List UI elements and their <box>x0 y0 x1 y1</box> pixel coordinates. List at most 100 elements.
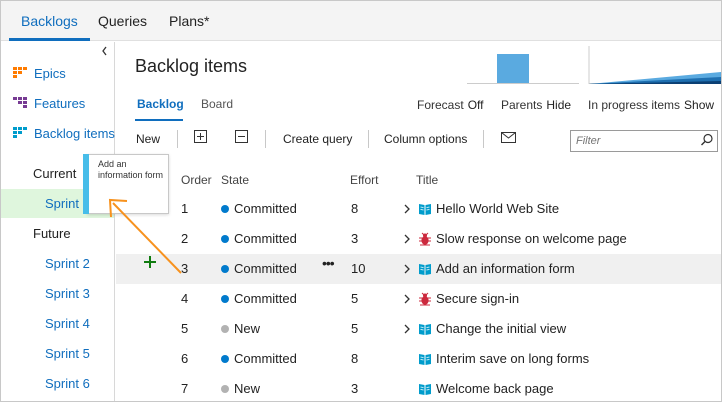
tab-plans[interactable]: Plans* <box>169 1 209 41</box>
order-cell: 7 <box>181 381 189 396</box>
table-row[interactable]: 2 Committed 3 Slow response on welcome page <box>116 224 721 254</box>
app-window: Backlogs Queries Plans* Epics Features B… <box>0 0 722 402</box>
sidebar-item-sprint-3[interactable]: Sprint 3 <box>45 286 90 301</box>
order-cell: 2 <box>181 231 189 246</box>
tab-backlogs[interactable]: Backlogs <box>21 1 78 41</box>
title-cell[interactable]: Slow response on welcome page <box>436 224 627 254</box>
effort-cell: 5 <box>351 321 359 336</box>
sidebar-item-sprint-4[interactable]: Sprint 4 <box>45 316 90 331</box>
state-dot <box>221 325 229 333</box>
title-cell[interactable]: Hello World Web Site <box>436 194 559 224</box>
more-actions-icon[interactable]: ••• <box>322 256 335 270</box>
chevron-right-icon[interactable] <box>404 294 410 304</box>
backlog-item-icon <box>419 324 431 335</box>
column-header-order[interactable]: Order <box>181 173 212 187</box>
tab-queries[interactable]: Queries <box>98 1 147 41</box>
add-child-icon[interactable] <box>143 255 157 269</box>
backlog-item-icon <box>419 264 431 275</box>
parents-label: Parents <box>501 98 543 112</box>
chevron-left-icon[interactable] <box>101 46 109 56</box>
filter-input[interactable] <box>571 131 697 151</box>
state-label: Committed <box>234 261 297 276</box>
state-dot <box>221 265 229 273</box>
state-label: Committed <box>234 231 297 246</box>
chevron-right-icon[interactable] <box>404 324 410 334</box>
state-label: New <box>234 321 261 336</box>
epics-icon <box>13 67 27 78</box>
mini-charts[interactable] <box>467 44 721 84</box>
bug-icon <box>419 232 431 246</box>
order-cell: 5 <box>181 321 189 336</box>
effort-cell: 3 <box>351 381 359 396</box>
features-icon <box>13 97 27 108</box>
title-cell[interactable]: Add an information form <box>436 254 575 284</box>
sidebar-item-label: Features <box>34 95 86 111</box>
top-nav: Backlogs Queries Plans* <box>1 1 721 41</box>
drag-card[interactable]: Add an information form <box>87 154 169 214</box>
state-dot <box>221 385 229 393</box>
in-progress-toggle[interactable]: In progress items Show <box>588 98 714 112</box>
in-progress-label: In progress items <box>588 98 681 112</box>
effort-cell: 3 <box>351 231 359 246</box>
filter-box[interactable] <box>570 130 718 152</box>
state-dot <box>221 295 229 303</box>
chevron-right-icon[interactable] <box>404 264 410 274</box>
future-group-label: Future <box>33 226 71 241</box>
parents-value: Hide <box>546 98 572 112</box>
column-options-button[interactable]: Column options <box>384 132 467 146</box>
state-dot <box>221 235 229 243</box>
forecast-value: Off <box>467 98 484 112</box>
backlog-item-icon <box>419 204 431 215</box>
sidebar-item-epics[interactable]: Epics <box>13 63 66 83</box>
effort-cell: 5 <box>351 291 359 306</box>
state-dot <box>221 205 229 213</box>
sidebar-item-sprint-5[interactable]: Sprint 5 <box>45 346 90 361</box>
table-row[interactable]: 4 Committed 5 Secure sign-in <box>116 284 721 314</box>
new-button[interactable]: New <box>136 132 160 146</box>
order-cell: 3 <box>181 261 189 276</box>
mail-icon[interactable] <box>501 132 516 143</box>
state-label: Committed <box>234 291 297 306</box>
title-cell[interactable]: Change the initial view <box>436 314 566 344</box>
tab-backlog[interactable]: Backlog <box>137 97 184 111</box>
table-row[interactable]: 6 Committed 8 Interim save on long forms <box>116 344 721 374</box>
sidebar: Epics Features Backlog items Current Spr… <box>1 42 115 401</box>
backlog-items-icon <box>13 127 27 138</box>
state-cell: Committed <box>221 254 297 284</box>
column-header-state[interactable]: State <box>221 173 249 187</box>
column-header-title[interactable]: Title <box>416 173 438 187</box>
title-cell[interactable]: Welcome back page <box>436 374 554 401</box>
title-cell[interactable]: Secure sign-in <box>436 284 519 314</box>
state-label: Committed <box>234 351 297 366</box>
chevron-right-icon[interactable] <box>404 204 410 214</box>
order-cell: 6 <box>181 351 189 366</box>
column-header-effort[interactable]: Effort <box>350 173 378 187</box>
order-cell: 4 <box>181 291 189 306</box>
table-row[interactable]: 3 Committed 10 Add an information form <box>116 254 721 284</box>
create-query-button[interactable]: Create query <box>283 132 352 146</box>
table-row[interactable]: 5 New 5 Change the initial view <box>116 314 721 344</box>
current-group-label: Current <box>33 166 77 181</box>
table-row[interactable]: 7 New 3 Welcome back page <box>116 374 721 401</box>
sidebar-item-label: Epics <box>34 65 66 81</box>
search-icon[interactable] <box>700 133 714 147</box>
forecast-toggle[interactable]: Forecast Off <box>417 98 483 112</box>
title-cell[interactable]: Interim save on long forms <box>436 344 589 374</box>
chevron-right-icon[interactable] <box>404 234 410 244</box>
state-label: New <box>234 381 261 396</box>
backlog-item-icon <box>419 384 431 395</box>
tab-board[interactable]: Board <box>201 97 233 111</box>
sidebar-item-sprint-6[interactable]: Sprint 6 <box>45 376 90 391</box>
parents-toggle[interactable]: Parents Hide <box>501 98 571 112</box>
collapse-all-icon[interactable] <box>235 130 248 143</box>
state-label: Committed <box>234 201 297 216</box>
expand-all-icon[interactable] <box>194 130 207 143</box>
sidebar-item-backlog-items[interactable]: Backlog items <box>13 123 115 143</box>
sidebar-item-sprint-2[interactable]: Sprint 2 <box>45 256 90 271</box>
sidebar-item-features[interactable]: Features <box>13 93 85 113</box>
effort-cell: 8 <box>351 351 359 366</box>
table-row[interactable]: 1 Committed 8 Hello World Web Site <box>116 194 721 224</box>
page-title: Backlog items <box>135 56 248 76</box>
active-tab-indicator <box>9 38 90 41</box>
state-cell: Committed <box>221 194 297 224</box>
